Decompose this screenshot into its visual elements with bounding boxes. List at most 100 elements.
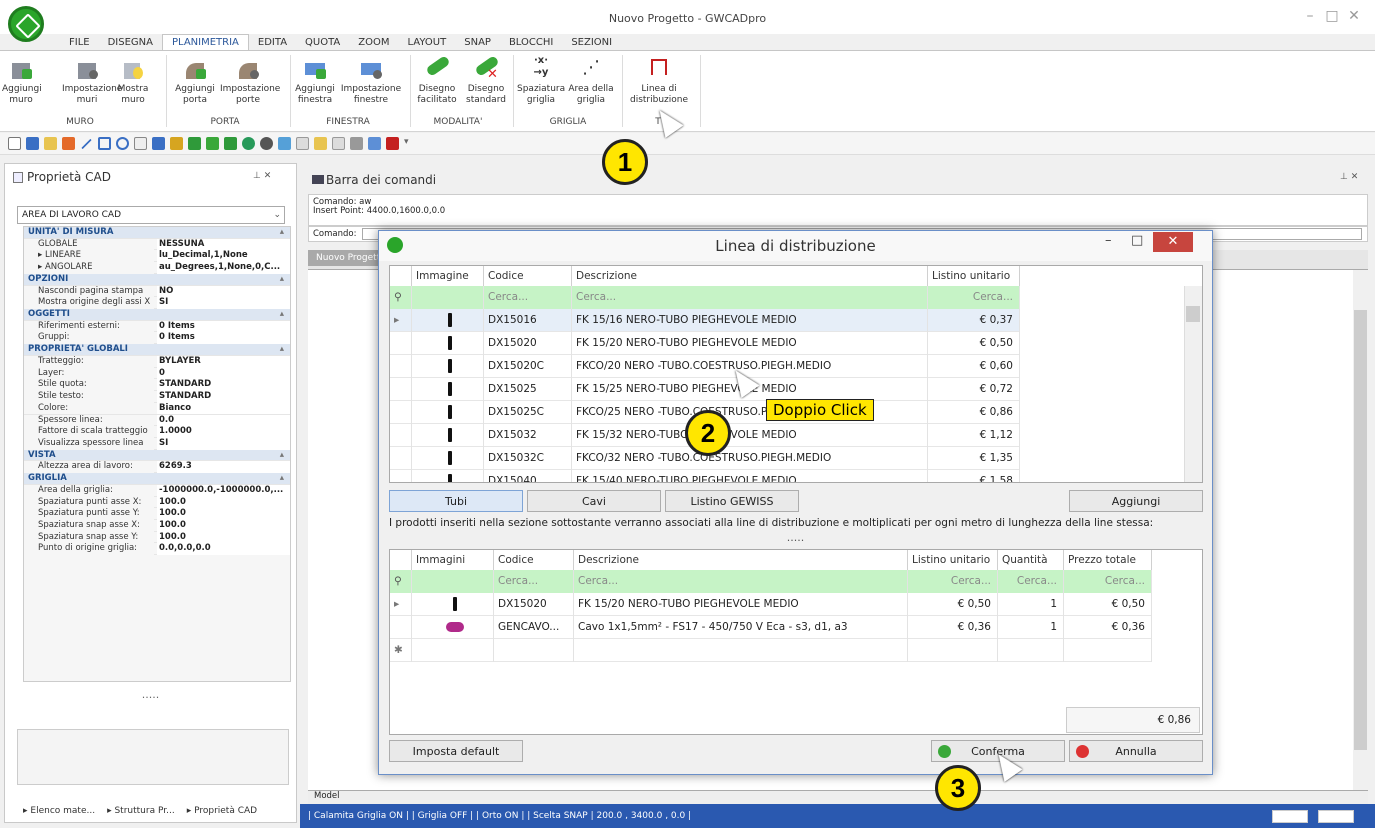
table-row[interactable]: DX15020 FK 15/20 NERO-TUBO PIEGHEVOLE MED… — [390, 332, 1020, 355]
new-row-cell[interactable] — [494, 639, 574, 662]
easy-draw-button[interactable]: Disegno facilitato — [414, 55, 460, 106]
grid-header[interactable]: Prezzo totale — [1064, 550, 1152, 570]
image-icon[interactable] — [152, 137, 165, 150]
line-weight-selector[interactable] — [1318, 810, 1354, 823]
property-value[interactable]: 100.0 — [157, 508, 290, 520]
paste-icon[interactable] — [314, 137, 327, 150]
polyline-icon[interactable] — [98, 137, 111, 150]
property-category[interactable]: VISTA ▴ — [24, 449, 290, 462]
property-row[interactable]: Colore: Bianco — [24, 402, 290, 415]
property-row[interactable]: Nascondi pagina stampa NO — [24, 285, 290, 298]
property-value[interactable]: NO — [157, 285, 290, 298]
insert-icon[interactable] — [206, 137, 219, 150]
collapse-icon[interactable]: ▴ — [280, 274, 284, 286]
dialog-maximize-icon[interactable]: □ — [1131, 233, 1143, 248]
table-row[interactable]: ▸ DX15020 FK 15/20 NERO-TUBO PIEGHEVOLE ME… — [390, 593, 1152, 616]
command-bar-close-icon[interactable]: ⊥ ✕ — [1340, 172, 1358, 182]
print-icon[interactable] — [350, 137, 363, 150]
property-value[interactable]: -1000000.0,-1000000.0,... — [157, 484, 290, 497]
grid-header[interactable]: Listino unitario — [908, 550, 998, 570]
filter-code-input[interactable]: Cerca... — [494, 570, 574, 593]
dialog-close-icon[interactable]: ✕ — [1153, 232, 1193, 252]
property-value[interactable]: 100.0 — [157, 496, 290, 509]
pin-icon[interactable]: ⊥ ✕ — [253, 171, 271, 181]
layers-icon[interactable] — [62, 137, 75, 150]
window-settings-button[interactable]: Impostazione finestre — [340, 55, 402, 106]
collapse-icon[interactable]: ▴ — [280, 450, 284, 462]
circle-icon[interactable] — [116, 137, 129, 150]
scrollbar-thumb[interactable] — [1186, 306, 1200, 322]
copy-icon[interactable] — [296, 137, 309, 150]
property-row[interactable]: Altezza area di lavoro: 6269.3 — [24, 461, 290, 474]
dialog-minimize-icon[interactable]: – — [1105, 233, 1112, 248]
product-quantity[interactable]: 1 — [998, 616, 1064, 639]
product-quantity[interactable]: 1 — [998, 593, 1064, 616]
new-row[interactable]: ✱ — [390, 639, 1152, 662]
tab-planimetria[interactable]: PLANIMETRIA — [161, 34, 249, 51]
tubi-button[interactable]: Tubi — [389, 490, 523, 512]
tab-layout[interactable]: LAYOUT — [399, 35, 456, 51]
grid-header[interactable]: Quantità — [998, 550, 1064, 570]
show-wall-button[interactable]: Mostra muro — [115, 55, 151, 106]
property-category[interactable]: PROPRIETA' GLOBALI ▴ — [24, 344, 290, 356]
property-category[interactable]: OPZIONI ▴ — [24, 273, 290, 286]
property-row[interactable]: Fattore di scala tratteggio 1.0000 — [24, 426, 290, 438]
scrollbar-thumb[interactable] — [1354, 310, 1367, 750]
cut-icon[interactable] — [332, 137, 345, 150]
new-row-cell[interactable] — [574, 639, 908, 662]
line-icon[interactable] — [81, 138, 92, 150]
filter-code-input[interactable]: Cerca... — [484, 286, 572, 309]
property-value[interactable]: SI — [157, 297, 290, 310]
table-row[interactable]: DX15040 FK 15/40 NERO-TUBO PIEGHEVOLE MED… — [390, 470, 1020, 482]
property-row[interactable]: Spaziatura punti asse Y: 100.0 — [24, 508, 290, 520]
property-row[interactable]: Spaziatura snap asse Y: 100.0 — [24, 531, 290, 544]
grid-header[interactable]: Codice — [494, 550, 574, 570]
property-value[interactable]: 100.0 — [157, 531, 290, 544]
imposta-default-button[interactable]: Imposta default — [389, 740, 523, 762]
property-row[interactable]: Layer: 0 — [24, 367, 290, 380]
target-icon[interactable] — [242, 137, 255, 150]
property-row[interactable]: Visualizza spessore linea SI — [24, 437, 290, 450]
tab-snap[interactable]: SNAP — [455, 35, 500, 51]
export-icon[interactable] — [386, 137, 399, 150]
property-value[interactable]: 0 Items — [157, 320, 290, 333]
new-row-cell[interactable] — [1064, 639, 1152, 662]
property-value[interactable]: 6269.3 — [157, 461, 290, 474]
property-value[interactable]: NESSUNA — [157, 238, 290, 251]
property-row[interactable]: Riferimenti esterni: 0 Items — [24, 320, 290, 333]
property-category[interactable]: OGGETTI ▴ — [24, 309, 290, 321]
collapse-icon[interactable]: ▴ — [280, 344, 284, 356]
tab-material-list[interactable]: ▸ Elenco mate... — [23, 806, 95, 816]
filter-description-input[interactable]: Cerca... — [574, 570, 908, 593]
add-door-button[interactable]: Aggiungi porta — [173, 55, 217, 106]
property-row[interactable]: Spaziatura punti asse X: 100.0 — [24, 496, 290, 509]
add-window-button[interactable]: Aggiungi finestra — [294, 55, 336, 106]
text-icon[interactable] — [134, 137, 147, 150]
property-row[interactable]: Stile quota: STANDARD — [24, 379, 290, 392]
filter-price-input[interactable]: Cerca... — [908, 570, 998, 593]
property-row[interactable]: Gruppi: 0 Items — [24, 332, 290, 345]
table-row[interactable]: GENCAVO... Cavo 1x1,5mm² - FS17 - 450/750… — [390, 616, 1152, 639]
listino-gewiss-button[interactable]: Listino GEWISS — [665, 490, 799, 512]
property-row[interactable]: GLOBALE NESSUNA — [24, 238, 290, 251]
tab-blocchi[interactable]: BLOCCHI — [500, 35, 562, 51]
property-row[interactable]: ▸ LINEARE lu_Decimal,1,None — [24, 250, 290, 263]
grid-header[interactable]: Descrizione — [574, 550, 908, 570]
property-row[interactable]: Punto di origine griglia: 0.0,0.0,0.0 — [24, 543, 290, 556]
cavi-button[interactable]: Cavi — [527, 490, 661, 512]
grid-header[interactable]: Descrizione — [572, 266, 928, 286]
table-row[interactable]: DX15020C FKCO/20 NERO -TUBO.COESTRUSO.PIE… — [390, 355, 1020, 378]
save-icon[interactable] — [26, 137, 39, 150]
new-row-cell[interactable] — [998, 639, 1064, 662]
new-icon[interactable] — [8, 137, 21, 150]
filter-total-input[interactable]: Cerca... — [1064, 570, 1152, 593]
table-row[interactable]: ▸ DX15016 FK 15/16 NERO-TUBO PIEGHEVOLE ME… — [390, 309, 1020, 332]
grid-spacing-button[interactable]: ·x· →y Spaziatura griglia — [517, 55, 565, 106]
distribution-line-button[interactable]: Linea di distribuzione — [626, 55, 692, 106]
property-value[interactable]: SI — [157, 437, 290, 450]
tab-disegna[interactable]: DISEGNA — [99, 35, 162, 51]
tab-edita[interactable]: EDITA — [249, 35, 296, 51]
line-style-selector[interactable] — [1272, 810, 1308, 823]
preview-icon[interactable] — [368, 137, 381, 150]
property-row[interactable]: Mostra origine degli assi X SI — [24, 297, 290, 310]
